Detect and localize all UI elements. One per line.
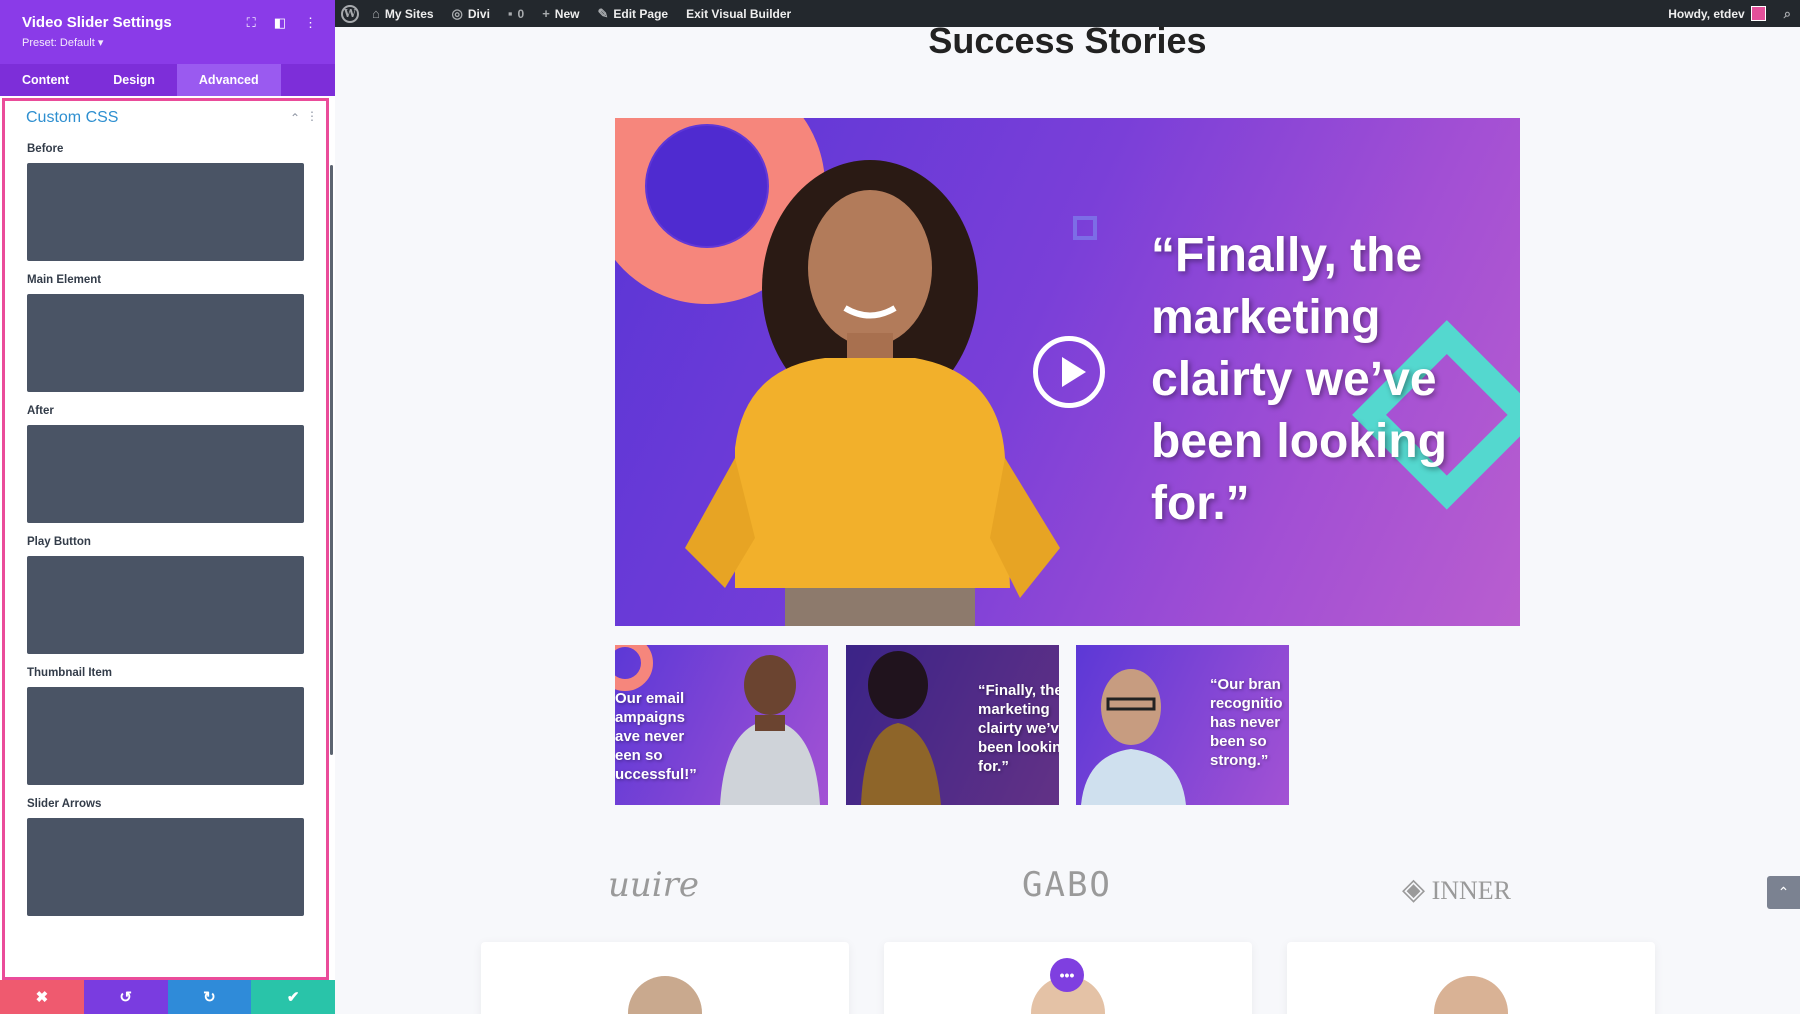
my-sites-label: My Sites [384,6,434,21]
client-logo-gabo: GABO [1022,865,1112,905]
css-textarea-main-element[interactable] [27,294,304,392]
thumbnail-quote: “Our bran recognitio has never been so s… [1210,676,1283,769]
css-textarea-thumbnail-item[interactable] [27,687,304,785]
my-sites-icon: ⌂ [372,6,380,21]
css-textarea-before[interactable] [27,163,304,261]
tab-content[interactable]: Content [0,64,91,96]
section-title: Custom CSS [26,109,119,126]
css-field-main-element: Main Element [5,274,326,392]
divi-label: Divi [467,6,490,21]
inner-logo-text: INNER [1431,876,1512,905]
avatar [1434,976,1508,1014]
thumbnail-item[interactable]: “Our bran recognitio has never been so s… [1076,645,1289,805]
panel-scrollbar[interactable] [330,165,333,755]
comment-icon: ▪ [507,6,513,21]
css-field-before: Before [5,143,326,261]
discard-button[interactable]: ✖ [0,980,84,1014]
thumbnail-item[interactable]: Our email ampaigns ave never een so ucce… [615,645,828,805]
testimonial-card [481,942,849,1014]
settings-panel: Video Slider Settings Preset: Default ▾ … [0,0,335,1014]
css-field-play-button: Play Button [5,536,326,654]
inner-logo-icon: ◈ [1402,873,1426,906]
panel-tabs: Content Design Advanced [0,64,335,96]
thumbnail-quote: “Finally, the marketing clairty we’v bee… [978,682,1059,775]
preset-dropdown[interactable]: Preset: Default ▾ [22,36,313,49]
expand-icon[interactable]: ⛶ [247,15,256,31]
plus-icon: + [542,6,550,21]
save-button[interactable]: ✔ [251,980,335,1014]
section-toggle[interactable]: Custom CSS ⌃ ⋮ [5,101,326,135]
panel-header: Video Slider Settings Preset: Default ▾ … [0,0,335,64]
css-field-slider-arrows: Slider Arrows [5,798,326,916]
play-icon[interactable] [1033,336,1105,408]
undo-button[interactable]: ↺ [83,980,168,1014]
field-label: Slider Arrows [27,798,102,810]
chevron-up-icon[interactable]: ⌃ [290,111,300,125]
greeting-label: Howdy, etdev [1668,6,1745,21]
more-icon[interactable]: ⋮ [304,15,317,31]
arrow-up-icon[interactable]: ⌃ [1767,876,1800,909]
client-logo-uuire: uuire [608,865,700,905]
thumbnail-item[interactable]: “Finally, the marketing clairty we’v bee… [846,645,1059,805]
css-textarea-play-button[interactable] [27,556,304,654]
avatar [1750,6,1766,21]
css-field-after: After [5,405,326,523]
avatar [628,976,702,1014]
client-logo-inner: ◈ INNER [1402,872,1511,907]
css-textarea-after[interactable] [27,425,304,523]
page-title: Success Stories [928,20,1207,61]
more-icon[interactable]: ⋮ [306,109,318,123]
exit-visual-builder-label: Exit Visual Builder [686,6,792,21]
comments-count: 0 [517,6,525,21]
testimonial-card [1287,942,1655,1014]
thumbnail-quote: Our email ampaigns ave never een so ucce… [615,690,697,783]
css-field-thumbnail-item: Thumbnail Item [5,667,326,785]
layout-icon[interactable]: ◧ [274,15,286,31]
field-label: Main Element [27,274,102,286]
field-label: Thumbnail Item [27,667,112,679]
tab-advanced[interactable]: Advanced [176,64,281,96]
tab-design[interactable]: Design [91,64,177,96]
field-label: After [27,405,54,417]
panel-footer: ✖ ↺ ↻ ✔ [0,980,335,1014]
slide-quote: “Finally, the marketing clairty we’ve be… [1151,229,1448,530]
css-textarea-slider-arrows[interactable] [27,818,304,916]
new-label: New [554,6,580,21]
field-label: Play Button [27,536,91,548]
field-label: Before [27,143,64,155]
redo-button[interactable]: ↻ [167,980,252,1014]
edit-page-label: Edit Page [613,6,669,21]
panel-header-icons: ⛶ ◧ ⋮ [247,15,317,31]
builder-more-button[interactable]: ••• [1050,958,1084,992]
video-slide[interactable]: “Finally, the marketing clairty we’ve be… [615,118,1520,626]
custom-css-section: Custom CSS ⌃ ⋮ Before Main Element After… [2,98,329,980]
